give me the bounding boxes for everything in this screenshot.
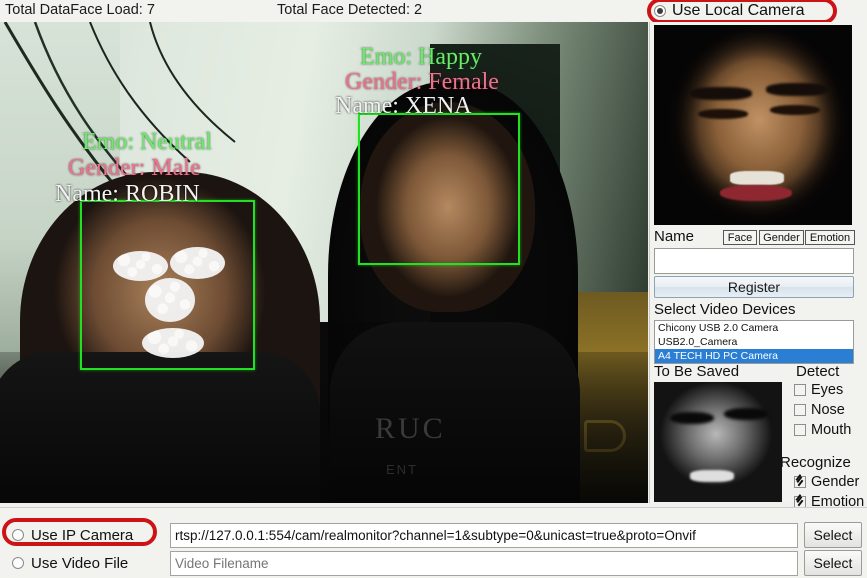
register-button[interactable]: Register: [654, 276, 854, 298]
radio-use-local-camera[interactable]: Use Local Camera: [654, 2, 805, 20]
select-video-file-button[interactable]: Select: [804, 550, 862, 576]
checkbox-eyes-label: Eyes: [811, 382, 844, 398]
thumb-brow-left: [670, 412, 714, 424]
thumb-mouth: [690, 470, 734, 482]
person-left-torso: [0, 352, 320, 503]
detect-section-title: Detect: [796, 363, 840, 380]
to-be-saved-thumbnail: [654, 382, 782, 502]
face-feature-mask: [113, 251, 168, 281]
face-emotion-label: Emo: Happy: [360, 44, 482, 70]
emotion-toggle-button[interactable]: Emotion: [805, 230, 855, 245]
device-list-item[interactable]: USB2.0_Camera: [655, 335, 853, 349]
source-selection-panel: Use IP Camera Select Use Video File Sele…: [0, 507, 867, 578]
video-file-row: Use Video File Select: [0, 549, 867, 577]
face-gender-label: Gender: Female: [345, 69, 499, 95]
checkbox-gender-label: Gender: [811, 474, 860, 490]
recognize-section-title: Recognize: [780, 454, 851, 471]
video-filename-input[interactable]: [170, 550, 798, 576]
checkbox-nose-icon[interactable]: [794, 404, 806, 416]
face-preview-brow-left: [690, 87, 752, 100]
checkbox-nose-label: Nose: [811, 402, 845, 418]
checkbox-detect-nose[interactable]: Nose: [794, 402, 845, 418]
video-preview[interactable]: RUC ENT Emo: Neutral Gender: Male Name: …: [0, 22, 648, 503]
select-video-devices-label: Select Video Devices: [654, 301, 796, 318]
total-face-detected-label: Total Face Detected: 2: [277, 2, 423, 18]
radio-local-camera-label: Use Local Camera: [672, 2, 805, 19]
face-bounding-box: [358, 113, 520, 265]
thumb-brow-right: [724, 408, 768, 420]
radio-ip-camera-label: Use IP Camera: [31, 526, 134, 544]
checkbox-recognize-gender[interactable]: Gender: [794, 474, 859, 490]
checkbox-mouth-icon[interactable]: [794, 424, 806, 436]
face-feature-mask: [142, 328, 204, 358]
video-device-list[interactable]: Chicony USB 2.0 Camera USB2.0_Camera A4 …: [654, 320, 854, 364]
checkbox-detect-eyes[interactable]: Eyes: [794, 382, 843, 398]
face-preview-eye-right: [770, 105, 820, 115]
radio-video-file-label: Use Video File: [31, 554, 129, 572]
shirt-subtext: ENT: [386, 462, 418, 477]
person-right-shirt: [330, 322, 580, 503]
face-emotion-label: Emo: Neutral: [82, 129, 212, 155]
name-input[interactable]: [654, 248, 854, 274]
video-frame-image: RUC ENT Emo: Neutral Gender: Male Name: …: [0, 22, 648, 503]
checkbox-mouth-label: Mouth: [811, 422, 852, 438]
to-be-saved-label: To Be Saved: [654, 363, 740, 380]
app-window: Total DataFace Load: 7 Total Face Detect…: [0, 0, 867, 578]
checkbox-detect-mouth[interactable]: Mouth: [794, 422, 851, 438]
gender-toggle-button[interactable]: Gender: [759, 230, 804, 245]
control-panel: Name Face Gender Emotion Register Select…: [649, 22, 867, 510]
checkbox-eyes-icon[interactable]: [794, 384, 806, 396]
ip-camera-url-input[interactable]: [170, 522, 798, 548]
radio-local-camera-icon[interactable]: [654, 5, 666, 17]
radio-use-video-file[interactable]: Use Video File: [0, 555, 128, 572]
face-name-label: Name: ROBIN: [55, 181, 200, 207]
face-preview-lips: [720, 185, 792, 201]
face-preview-teeth: [730, 171, 784, 185]
ip-camera-row: Use IP Camera Select: [0, 521, 867, 549]
shirt-text: RUC: [375, 412, 446, 445]
name-label: Name: [654, 228, 695, 245]
device-list-item-selected[interactable]: A4 TECH HD PC Camera: [655, 349, 853, 363]
detected-face-preview: [654, 25, 852, 225]
face-feature-mask: [170, 247, 225, 279]
face-preview-brow-right: [766, 83, 828, 96]
face-toggle-button[interactable]: Face: [723, 230, 757, 245]
radio-video-file-icon[interactable]: [12, 557, 24, 569]
face-gender-label: Gender: Male: [68, 155, 201, 181]
face-name-label: Name: XENA: [335, 93, 472, 119]
face-feature-mask: [145, 278, 195, 322]
radio-ip-camera-icon[interactable]: [12, 529, 24, 541]
total-dataface-load-label: Total DataFace Load: 7: [5, 2, 155, 18]
radio-use-ip-camera[interactable]: Use IP Camera: [0, 527, 133, 544]
checkbox-gender-icon[interactable]: [794, 476, 806, 488]
face-preview-eye-left: [698, 109, 748, 119]
select-ip-source-button[interactable]: Select: [804, 522, 862, 548]
device-list-item[interactable]: Chicony USB 2.0 Camera: [655, 321, 853, 335]
